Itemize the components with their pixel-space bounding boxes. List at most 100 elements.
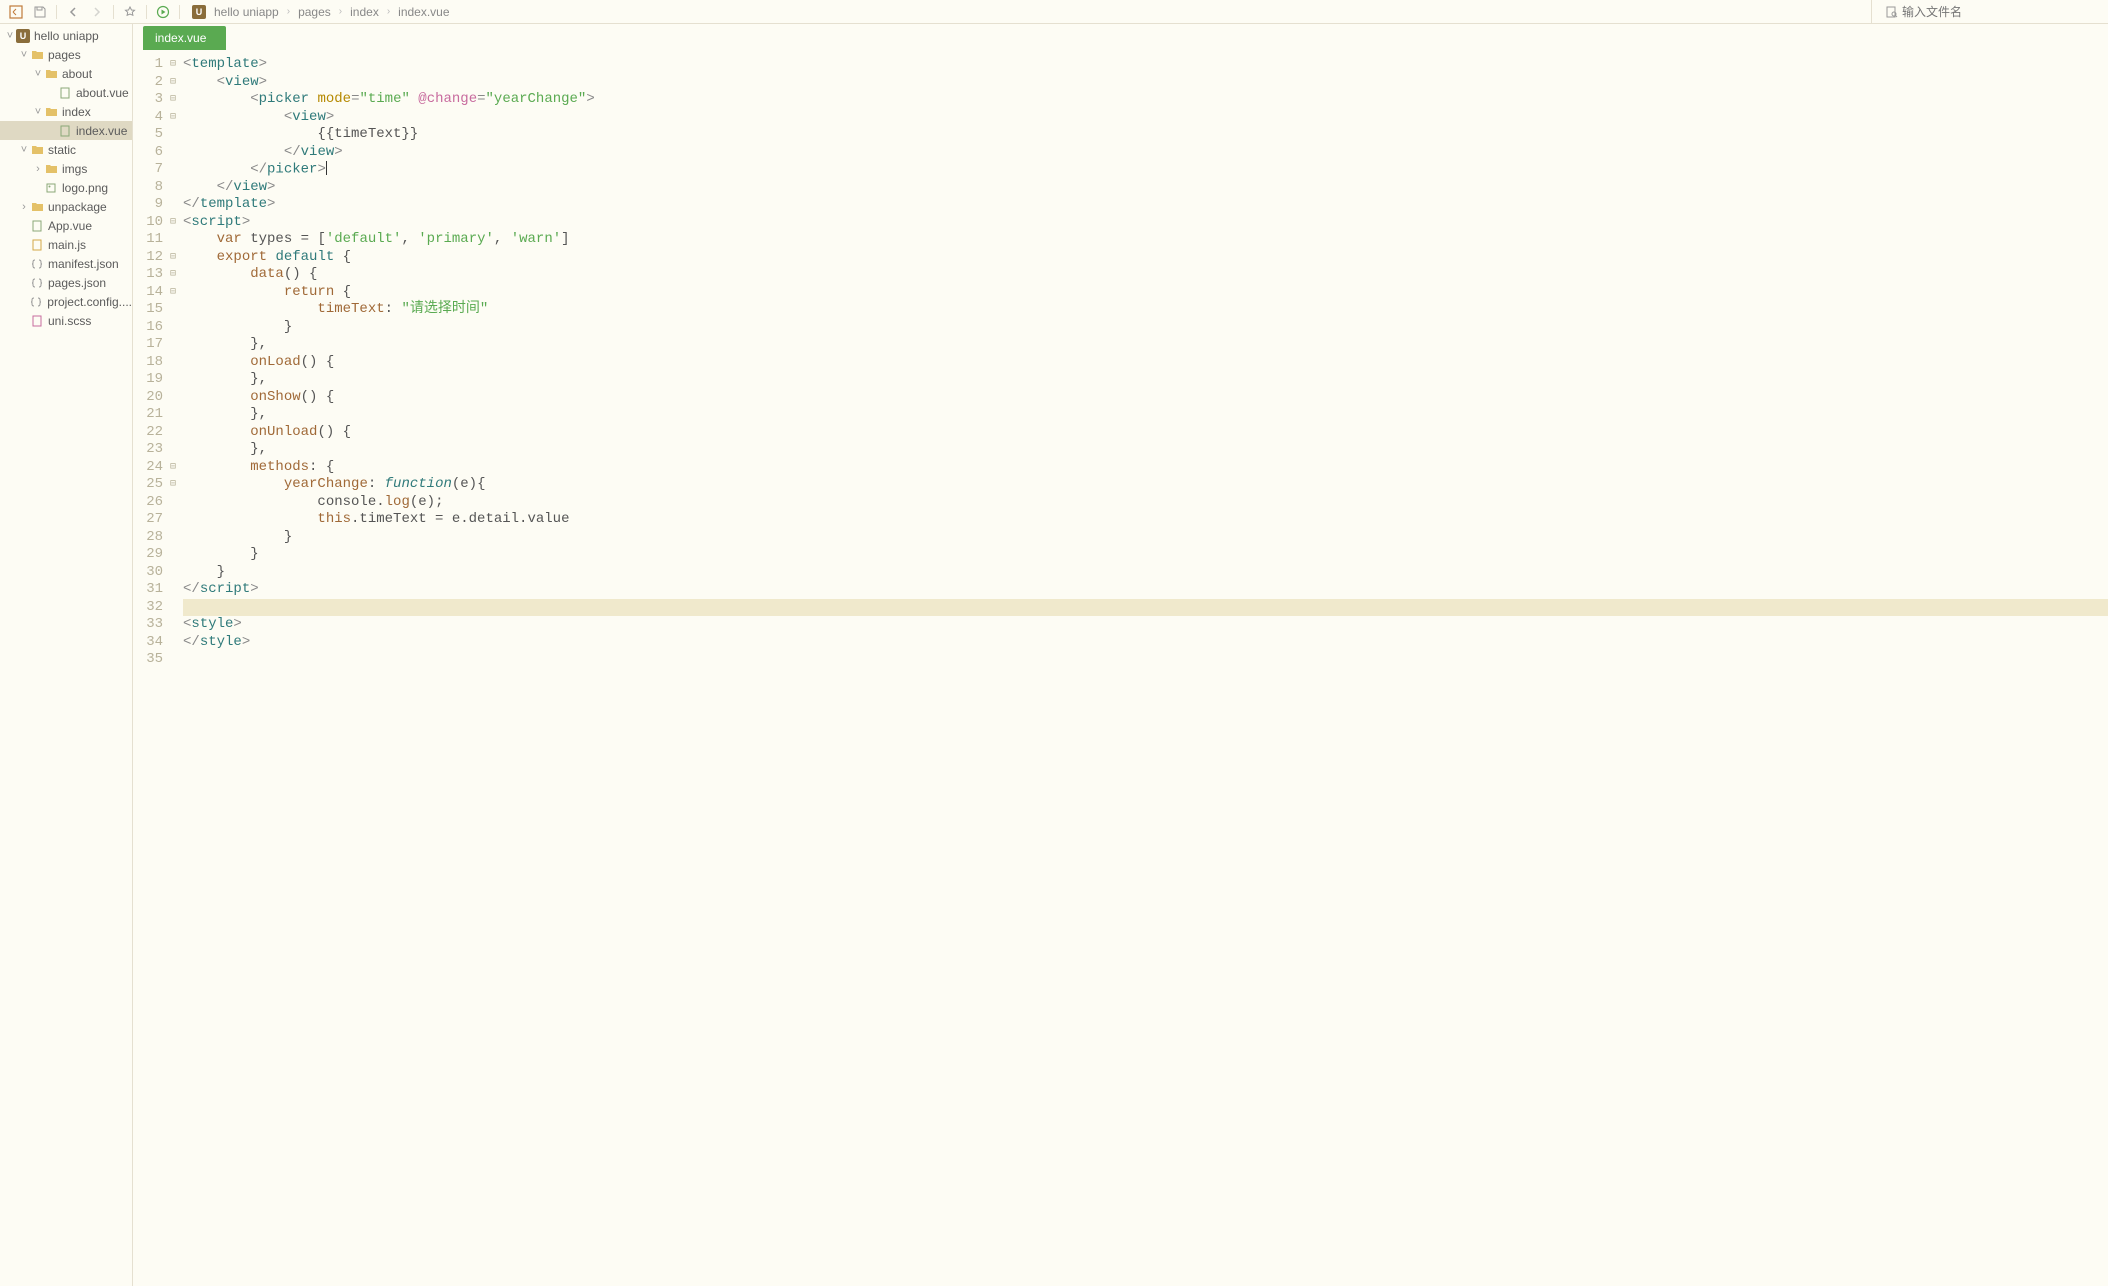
json-file-icon <box>30 257 44 271</box>
tree-label: about <box>62 67 92 81</box>
code-line[interactable] <box>183 599 2108 617</box>
tree-label: uni.scss <box>48 314 91 328</box>
tree-item-App-vue[interactable]: App.vue <box>0 216 132 235</box>
fold-marker[interactable]: ⊟ <box>167 109 179 127</box>
search-input[interactable] <box>1902 5 2102 19</box>
tree-item-about-vue[interactable]: about.vue <box>0 83 132 102</box>
fold-marker[interactable]: ⊟ <box>167 249 179 267</box>
twisty-icon[interactable]: › <box>18 201 30 213</box>
code-editor[interactable]: 1234567891011121314151617181920212223242… <box>133 52 2108 1286</box>
breadcrumb-item[interactable]: index.vue <box>398 5 449 19</box>
twisty-icon[interactable]: ˅ <box>18 49 30 61</box>
tree-item-project-config-[interactable]: project.config.... <box>0 292 132 311</box>
fold-marker <box>167 319 179 337</box>
fold-marker[interactable]: ⊟ <box>167 74 179 92</box>
tree-item-logo-png[interactable]: logo.png <box>0 178 132 197</box>
breadcrumb-item[interactable]: index <box>350 5 379 19</box>
code-line[interactable]: <picker mode="time" @change="yearChange"… <box>183 91 2108 109</box>
code-line[interactable]: }, <box>183 441 2108 459</box>
tree-item-index[interactable]: ˅index <box>0 102 132 121</box>
code-line[interactable]: </picker> <box>183 161 2108 179</box>
fold-marker[interactable]: ⊟ <box>167 214 179 232</box>
code-line[interactable]: <template> <box>183 56 2108 74</box>
tree-item-pages[interactable]: ˅pages <box>0 45 132 64</box>
tree-item-hello-uniapp[interactable]: ˅Uhello uniapp <box>0 26 132 45</box>
code-line[interactable]: </style> <box>183 634 2108 652</box>
tree-item-main-js[interactable]: main.js <box>0 235 132 254</box>
code-line[interactable]: timeText: "请选择时间" <box>183 301 2108 319</box>
tree-item-manifest-json[interactable]: manifest.json <box>0 254 132 273</box>
tree-item-pages-json[interactable]: pages.json <box>0 273 132 292</box>
code-line[interactable]: </template> <box>183 196 2108 214</box>
tree-item-index-vue[interactable]: index.vue <box>0 121 132 140</box>
code-line[interactable]: }, <box>183 336 2108 354</box>
code-line[interactable]: onUnload() { <box>183 424 2108 442</box>
code-line[interactable]: data() { <box>183 266 2108 284</box>
search-icon[interactable] <box>1882 2 1902 22</box>
twisty-icon[interactable]: ˅ <box>4 30 16 42</box>
code-line[interactable]: }, <box>183 406 2108 424</box>
fold-marker[interactable]: ⊟ <box>167 56 179 74</box>
code-line[interactable]: return { <box>183 284 2108 302</box>
fold-marker[interactable]: ⊟ <box>167 476 179 494</box>
save-icon[interactable] <box>30 2 50 22</box>
chevron-right-icon: › <box>387 6 390 17</box>
run-icon[interactable] <box>153 2 173 22</box>
code-line[interactable]: } <box>183 564 2108 582</box>
fold-marker <box>167 126 179 144</box>
code-line[interactable]: </script> <box>183 581 2108 599</box>
fold-marker <box>167 336 179 354</box>
code-line[interactable] <box>183 651 2108 669</box>
project-icon: U <box>16 29 30 43</box>
tree-item-unpackage[interactable]: ›unpackage <box>0 197 132 216</box>
fold-marker[interactable]: ⊟ <box>167 266 179 284</box>
code-line[interactable]: methods: { <box>183 459 2108 477</box>
tree-item-static[interactable]: ˅static <box>0 140 132 159</box>
tab-index-vue[interactable]: index.vue <box>143 26 226 50</box>
fold-marker[interactable]: ⊟ <box>167 91 179 109</box>
forward-icon[interactable] <box>87 2 107 22</box>
chevron-right-icon: › <box>287 6 290 17</box>
code-line[interactable]: </view> <box>183 179 2108 197</box>
code-line[interactable]: } <box>183 529 2108 547</box>
twisty-icon[interactable]: ˅ <box>32 68 44 80</box>
code-line[interactable]: <view> <box>183 109 2108 127</box>
code-line[interactable]: var types = ['default', 'primary', 'warn… <box>183 231 2108 249</box>
twisty-icon[interactable]: › <box>32 163 44 175</box>
code-line[interactable]: onLoad() { <box>183 354 2108 372</box>
breadcrumb-item[interactable]: pages <box>298 5 331 19</box>
twisty-icon[interactable]: ˅ <box>18 144 30 156</box>
twisty-icon[interactable]: ˅ <box>32 106 44 118</box>
code-line[interactable]: } <box>183 319 2108 337</box>
code-line[interactable]: onShow() { <box>183 389 2108 407</box>
code-line[interactable]: <style> <box>183 616 2108 634</box>
tree-item-about[interactable]: ˅ about <box>0 64 132 83</box>
fold-marker[interactable]: ⊟ <box>167 459 179 477</box>
tree-label: main.js <box>48 238 86 252</box>
code-line[interactable]: }, <box>183 371 2108 389</box>
fold-marker <box>167 371 179 389</box>
tree-label: index.vue <box>76 124 127 138</box>
code-line[interactable]: <script> <box>183 214 2108 232</box>
code-line[interactable]: console.log(e); <box>183 494 2108 512</box>
code-line[interactable]: yearChange: function(e){ <box>183 476 2108 494</box>
tree-item-imgs[interactable]: ›imgs <box>0 159 132 178</box>
code-line[interactable]: <view> <box>183 74 2108 92</box>
code-line[interactable]: {{timeText}} <box>183 126 2108 144</box>
fold-marker <box>167 301 179 319</box>
app-icon[interactable] <box>6 2 26 22</box>
tree-label: about.vue <box>76 86 129 100</box>
fold-marker <box>167 231 179 249</box>
tree-item-uni-scss[interactable]: uni.scss <box>0 311 132 330</box>
file-search <box>1871 0 2102 23</box>
code-line[interactable]: } <box>183 546 2108 564</box>
star-icon[interactable] <box>120 2 140 22</box>
code-line[interactable]: export default { <box>183 249 2108 267</box>
code-line[interactable]: </view> <box>183 144 2108 162</box>
code-content[interactable]: <template> <view> <picker mode="time" @c… <box>179 52 2108 1286</box>
code-line[interactable]: this.timeText = e.detail.value <box>183 511 2108 529</box>
breadcrumb-item[interactable]: hello uniapp <box>214 5 279 19</box>
back-icon[interactable] <box>63 2 83 22</box>
fold-marker[interactable]: ⊟ <box>167 284 179 302</box>
fold-marker <box>167 179 179 197</box>
